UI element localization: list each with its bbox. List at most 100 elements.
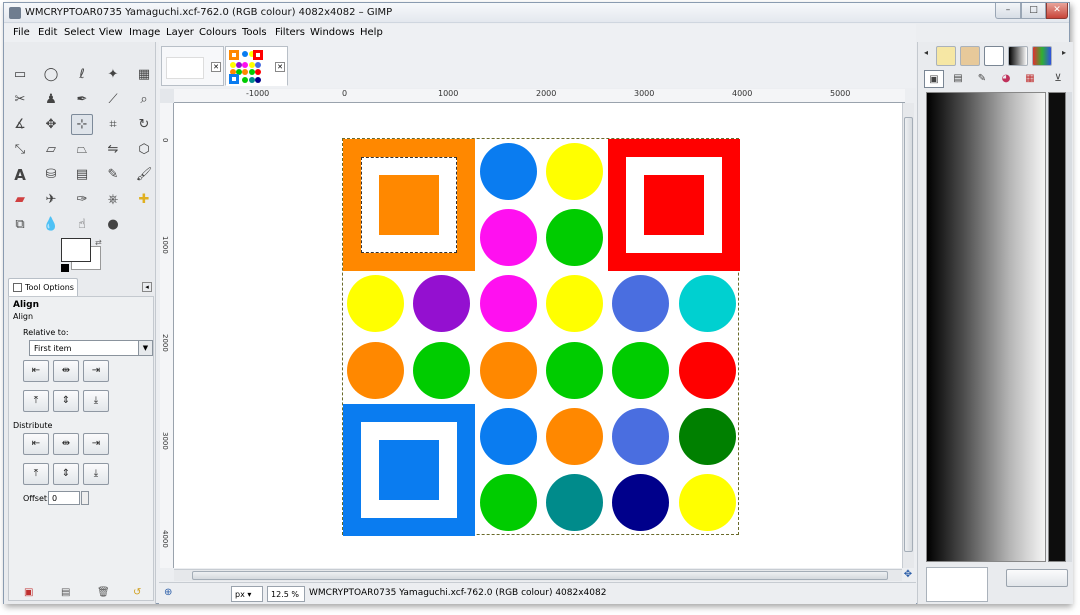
circle[interactable] xyxy=(546,143,603,200)
tab-brushes[interactable] xyxy=(936,46,956,66)
menu-filters[interactable]: Filters xyxy=(275,27,305,38)
airbrush-icon[interactable]: ✈ xyxy=(40,189,62,210)
rect-select-icon[interactable]: ▭ xyxy=(9,64,31,85)
circle[interactable] xyxy=(546,209,603,266)
vertical-scrollbar[interactable] xyxy=(902,103,914,568)
circle[interactable] xyxy=(546,474,603,531)
red-square[interactable] xyxy=(608,139,740,271)
unit-select[interactable]: px ▾ xyxy=(231,586,263,602)
measure-icon[interactable]: ∡ xyxy=(9,114,31,135)
align-bottom-button[interactable]: ⤓ xyxy=(83,390,109,412)
rotate-icon[interactable]: ↻ xyxy=(133,114,155,135)
smudge-icon[interactable]: ☝ xyxy=(71,214,93,235)
foreground-select-icon[interactable]: ♟ xyxy=(40,89,62,110)
chevron-left-icon[interactable]: ◂ xyxy=(924,48,928,57)
ellipse-select-icon[interactable]: ◯ xyxy=(40,64,62,85)
menu-image[interactable]: Image xyxy=(129,27,160,38)
heal-icon[interactable]: ✚ xyxy=(133,189,155,210)
blur-icon[interactable]: 💧 xyxy=(40,214,62,235)
distribute-right-button[interactable]: ⇥ xyxy=(83,433,109,455)
paintbrush-icon[interactable]: 🖌 xyxy=(133,164,155,185)
scissors-icon[interactable]: ✂ xyxy=(9,89,31,110)
reset-tool-options-icon[interactable]: ↺ xyxy=(133,587,141,598)
horizontal-ruler[interactable]: -1000 0 1000 2000 3000 4000 5000 xyxy=(174,89,905,103)
tab-patterns[interactable] xyxy=(960,46,980,66)
tab-more[interactable]: ⊻ xyxy=(1048,70,1068,88)
panel-menu-icon[interactable]: ◂ xyxy=(142,282,152,292)
save-tool-preset-icon[interactable]: ▣ xyxy=(24,587,33,598)
dock-action-button[interactable] xyxy=(1006,569,1068,587)
circle[interactable] xyxy=(612,275,669,332)
tab-colors[interactable]: ◕ xyxy=(996,70,1016,88)
menu-layer[interactable]: Layer xyxy=(166,27,194,38)
align-top-button[interactable]: ⤒ xyxy=(23,390,49,412)
align-icon[interactable]: ⊹ xyxy=(71,114,93,135)
distribute-middle-button[interactable]: ⇕ xyxy=(53,463,79,485)
relative-to-select[interactable]: First item ▼ xyxy=(29,340,153,356)
blue-square[interactable] xyxy=(343,404,475,536)
minimize-button[interactable]: – xyxy=(995,3,1021,19)
menu-select[interactable]: Select xyxy=(64,27,95,38)
default-colors-icon[interactable] xyxy=(61,264,69,272)
gradient-list-dark[interactable] xyxy=(1048,92,1066,562)
align-left-button[interactable]: ⇤ xyxy=(23,360,49,382)
select-by-color-icon[interactable]: ▦ xyxy=(133,64,155,85)
image-tab-1[interactable]: ✕ xyxy=(161,46,224,86)
offset-spinner[interactable] xyxy=(81,491,89,505)
color-selector[interactable]: ⇄ xyxy=(61,238,107,276)
circle[interactable] xyxy=(480,474,537,531)
circle[interactable] xyxy=(679,275,736,332)
align-right-button[interactable]: ⇥ xyxy=(83,360,109,382)
circle[interactable] xyxy=(413,275,470,332)
tab-paint-dynamics[interactable]: ✎ xyxy=(972,70,992,88)
offset-field[interactable]: 0 xyxy=(48,491,80,505)
ruler-corner[interactable] xyxy=(160,89,174,103)
circle[interactable] xyxy=(347,342,404,399)
circle[interactable] xyxy=(679,474,736,531)
circle[interactable] xyxy=(480,209,537,266)
tab-tool-presets[interactable]: ▣ xyxy=(924,70,944,88)
clone-icon[interactable]: ⎈ xyxy=(102,189,124,210)
distribute-left-button[interactable]: ⇤ xyxy=(23,433,49,455)
scale-icon[interactable]: ⤡ xyxy=(9,139,31,160)
color-picker-icon[interactable]: ⟋ xyxy=(102,89,124,110)
tab-palettes[interactable] xyxy=(1032,46,1052,66)
tab-gradients-editor[interactable] xyxy=(984,46,1004,66)
menu-file[interactable]: File xyxy=(13,27,30,38)
scroll-thumb[interactable] xyxy=(904,117,913,552)
close-icon[interactable]: ✕ xyxy=(275,62,285,72)
close-icon[interactable]: ✕ xyxy=(211,62,221,72)
tab-gradients[interactable] xyxy=(1008,46,1028,66)
tab-device-status[interactable]: ▤ xyxy=(948,70,968,88)
align-center-button[interactable]: ⇹ xyxy=(53,360,79,382)
restore-tool-preset-icon[interactable]: ▤ xyxy=(61,587,70,598)
distribute-top-button[interactable]: ⤒ xyxy=(23,463,49,485)
circle[interactable] xyxy=(679,408,736,465)
free-select-icon[interactable]: ℓ xyxy=(71,64,93,85)
zoom-select[interactable]: 12.5 % xyxy=(267,586,305,602)
flip-icon[interactable]: ⇋ xyxy=(102,139,124,160)
dodge-burn-icon[interactable]: ● xyxy=(102,214,124,235)
circle[interactable] xyxy=(546,342,603,399)
circle[interactable] xyxy=(612,408,669,465)
cage-transform-icon[interactable]: ⬡ xyxy=(133,139,155,160)
circle[interactable] xyxy=(480,143,537,200)
move-icon[interactable]: ✥ xyxy=(40,114,62,135)
zoom-icon[interactable]: ⌕ xyxy=(133,89,155,110)
horizontal-scrollbar[interactable] xyxy=(174,569,902,581)
paths-icon[interactable]: ✒ xyxy=(71,89,93,110)
circle[interactable] xyxy=(546,408,603,465)
orange-square[interactable] xyxy=(343,139,475,271)
blend-icon[interactable]: ▤ xyxy=(71,164,93,185)
vertical-ruler[interactable]: 0 1000 2000 3000 4000 xyxy=(160,103,174,568)
tab-tool-options[interactable]: Tool Options xyxy=(8,278,78,296)
circle[interactable] xyxy=(480,408,537,465)
distribute-bottom-button[interactable]: ⤓ xyxy=(83,463,109,485)
tab-fonts[interactable]: ▦ xyxy=(1020,70,1040,88)
image-tab-2[interactable]: ✕ xyxy=(225,46,288,86)
align-middle-button[interactable]: ⇕ xyxy=(53,390,79,412)
perspective-clone-icon[interactable]: ⧉ xyxy=(9,214,31,235)
menu-tools[interactable]: Tools xyxy=(242,27,267,38)
shear-icon[interactable]: ▱ xyxy=(40,139,62,160)
perspective-icon[interactable]: ⏢ xyxy=(71,139,93,160)
